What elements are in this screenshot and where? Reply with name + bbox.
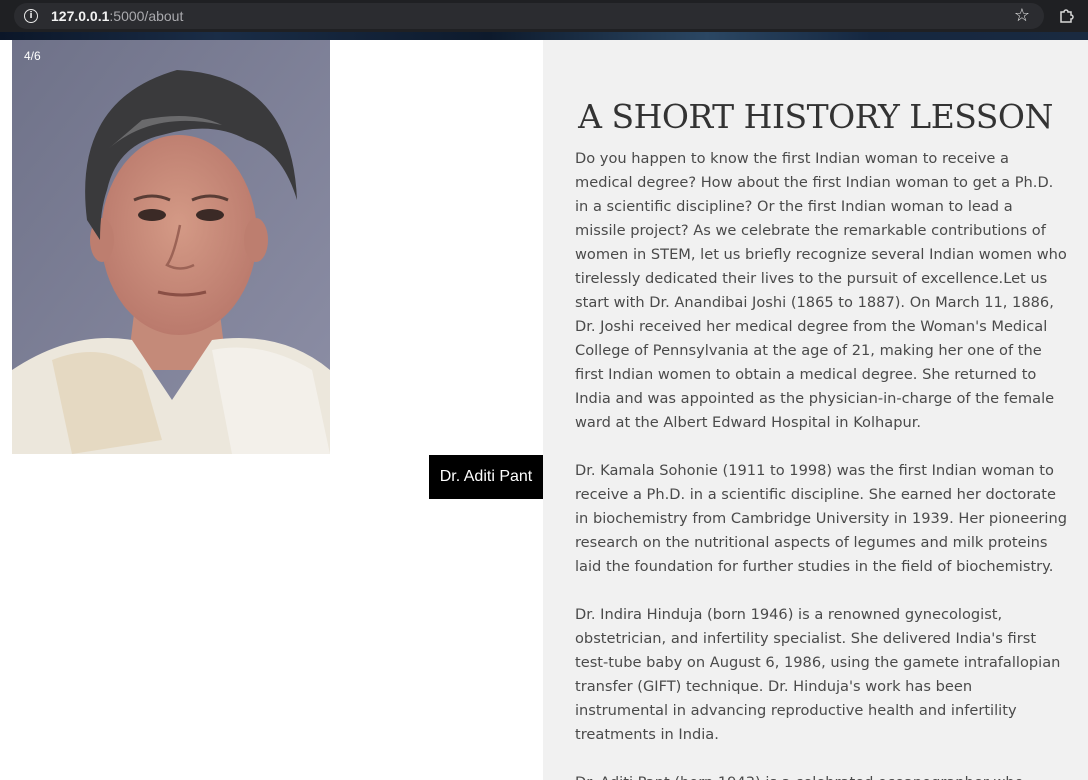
browser-toolbar: i 127.0.0.1:5000/about ☆ xyxy=(0,0,1088,32)
article-paragraph: Do you happen to know the first Indian w… xyxy=(575,150,1067,431)
article-paragraph: Dr. Aditi Pant (born 1943) is a celebrat… xyxy=(575,771,1067,780)
extensions-icon[interactable] xyxy=(1058,6,1076,24)
article-title: A SHORT HISTORY LESSON xyxy=(578,97,1053,136)
site-info-icon[interactable]: i xyxy=(24,9,38,23)
bookmark-star-icon[interactable]: ☆ xyxy=(1014,5,1030,26)
url-path: :5000/about xyxy=(109,8,184,24)
article-paragraph: Dr. Indira Hinduja (born 1946) is a reno… xyxy=(575,606,1061,743)
slide-caption: Dr. Aditi Pant xyxy=(429,455,543,499)
slide-counter: 4/6 xyxy=(24,49,41,63)
article-paragraph: Dr. Kamala Sohonie (1911 to 1998) was th… xyxy=(575,462,1067,575)
portrait-image xyxy=(12,40,330,454)
history-article: A SHORT HISTORY LESSON Do you happen to … xyxy=(543,40,1088,780)
url-host: 127.0.0.1 xyxy=(51,8,110,24)
address-bar[interactable]: i 127.0.0.1:5000/about ☆ xyxy=(14,3,1044,29)
header-banner-strip xyxy=(0,32,1088,40)
